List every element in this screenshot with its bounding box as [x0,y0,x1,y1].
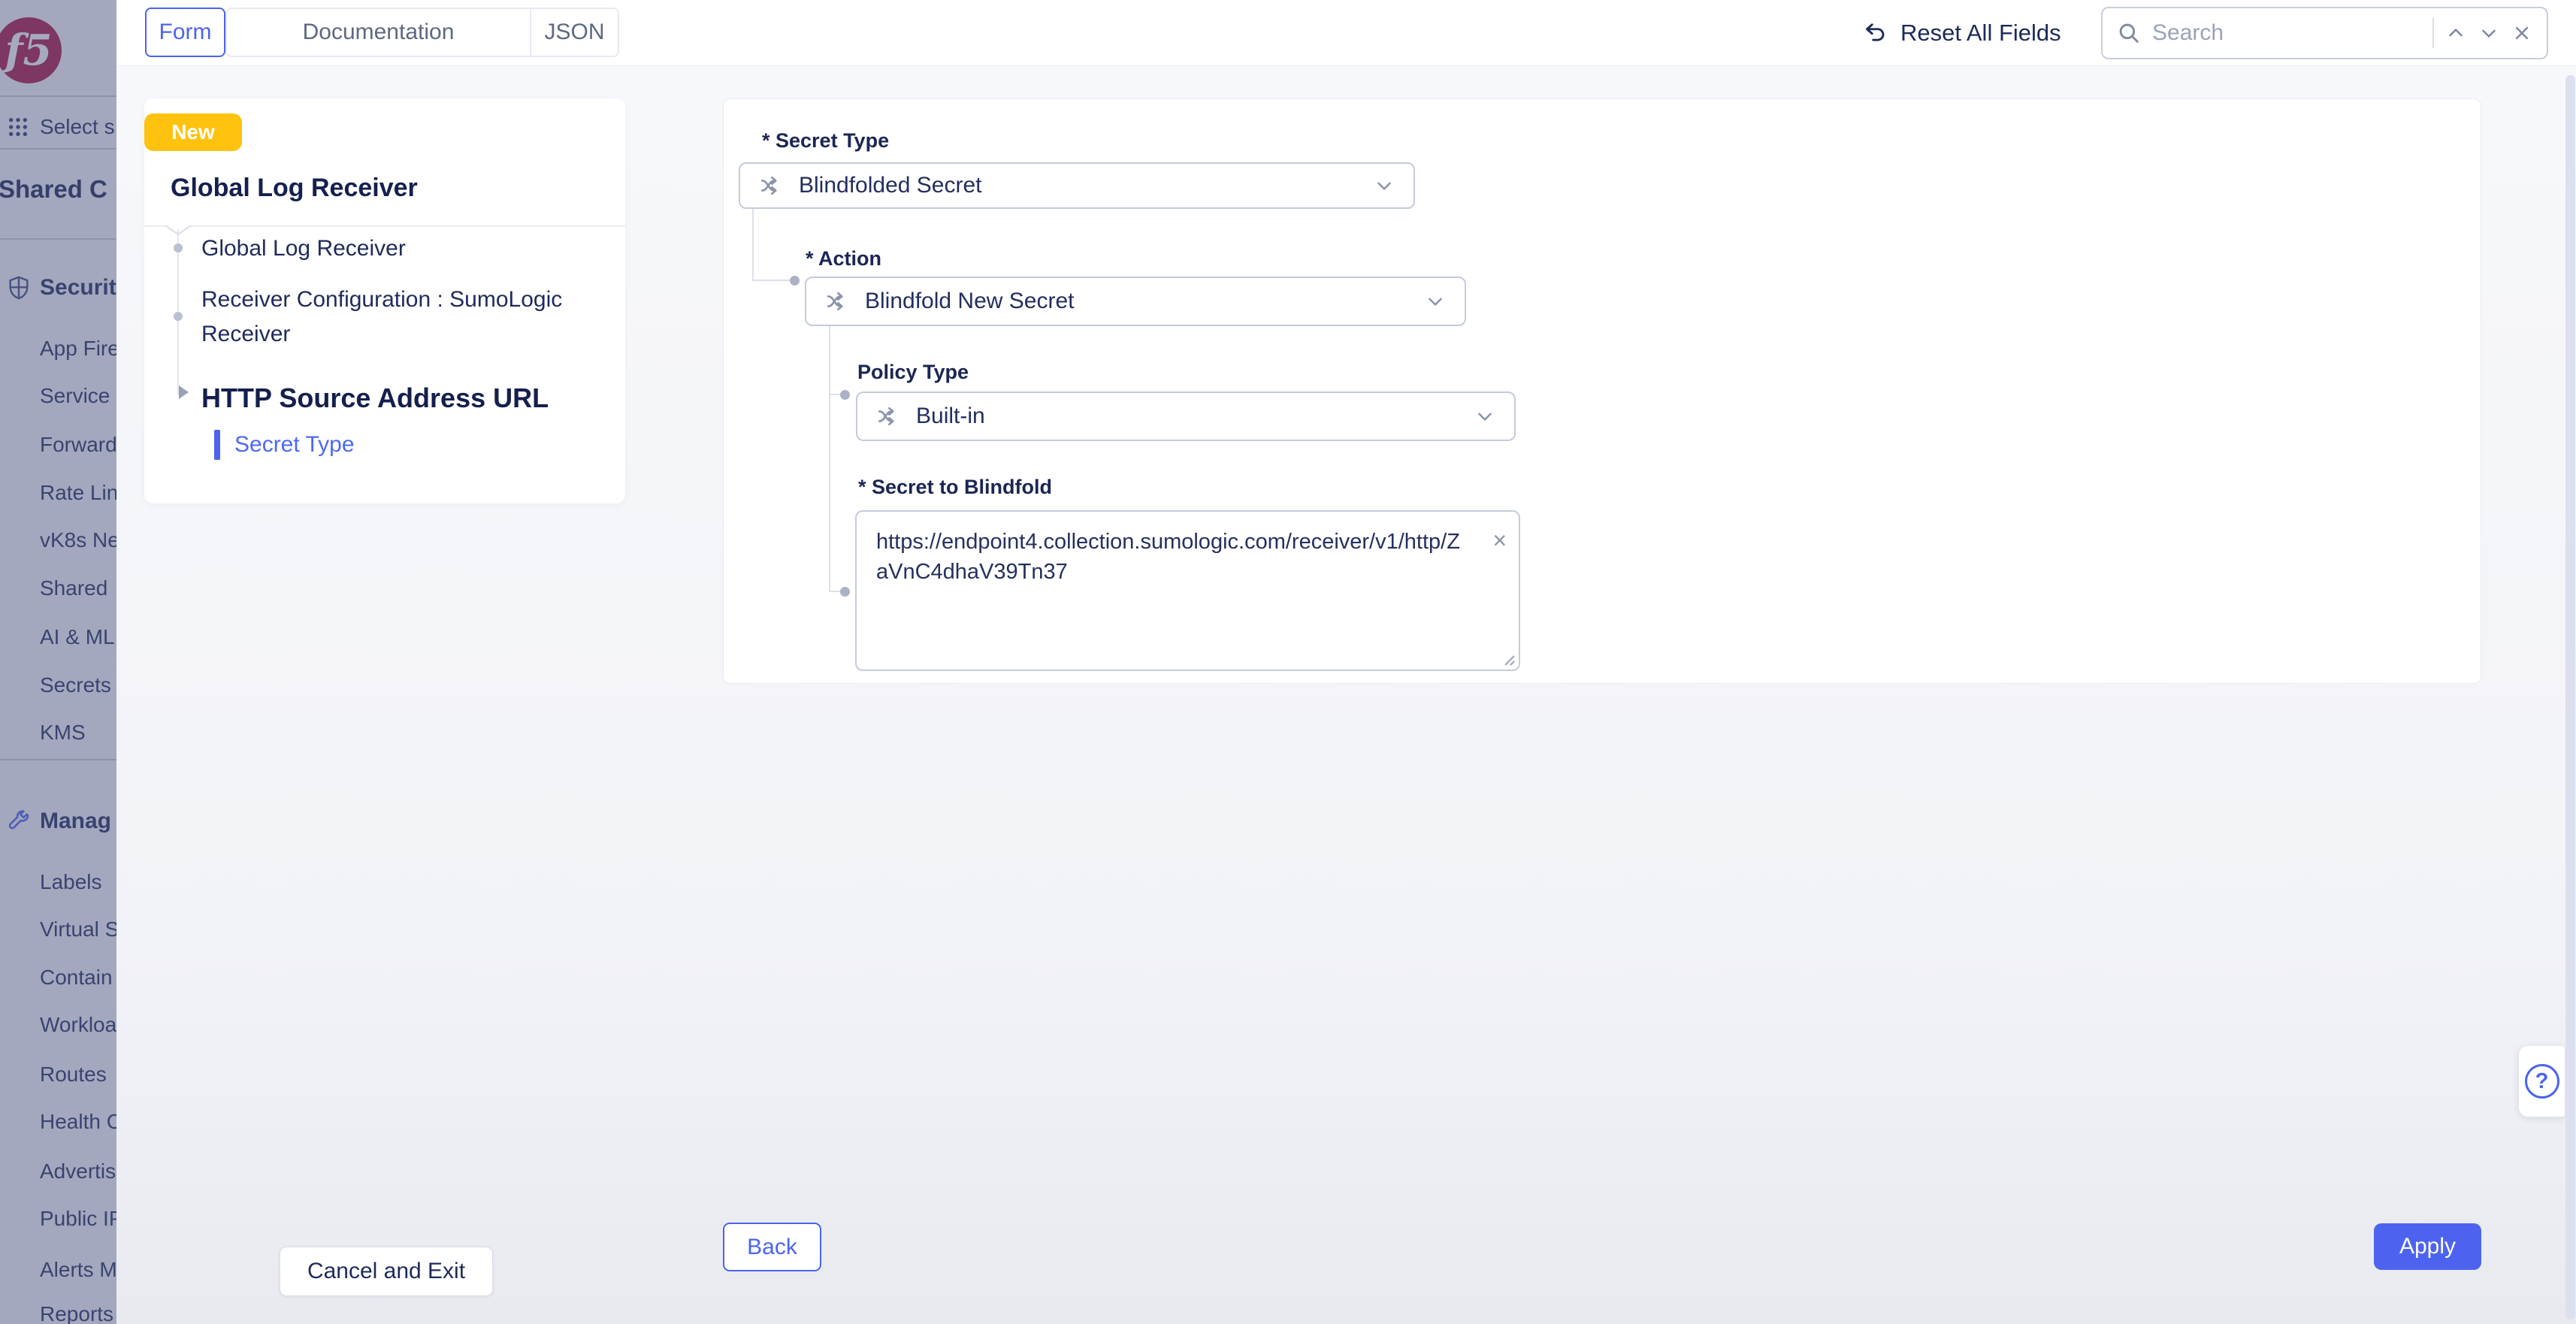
connector-line [752,209,754,281]
sidebar-item-reports[interactable]: Reports [0,1299,116,1324]
chevron-up-icon[interactable] [2444,22,2467,44]
connector-dot [840,587,850,597]
wrench-icon [6,809,32,834]
chevron-down-icon [1424,290,1447,313]
sidebar-item-app-firewall[interactable]: App Fire [0,334,116,364]
sidebar-item-labels[interactable]: Labels [0,867,116,897]
tree-bullet [174,243,183,252]
chevron-down-icon[interactable] [2478,22,2500,44]
action-label: * Action [806,247,881,271]
shield-icon [6,275,32,301]
resize-grip-icon[interactable] [1499,650,1516,667]
sidebar-divider [0,95,116,97]
sidebar-item-select-service[interactable]: Select s [0,112,116,142]
split-type-icon [824,289,850,314]
reset-all-fields-button[interactable]: Reset All Fields [1861,14,2061,53]
secret-to-blindfold-input[interactable]: https://endpoint4.collection.sumologic.c… [857,512,1519,670]
new-badge: New [144,113,242,151]
connector-line [829,326,830,395]
wizard-step-global-log-receiver[interactable]: Global Log Receiver [201,236,406,261]
secret-type-dropdown[interactable]: Blindfolded Secret [739,162,1415,209]
clear-field-icon[interactable]: × [1492,528,1507,552]
sidebar-item-kms[interactable]: KMS [0,718,116,748]
tree-bullet [174,312,183,321]
action-dropdown[interactable]: Blindfold New Secret [805,277,1466,326]
sidebar-item-vk8s-networks[interactable]: vK8s Ne [0,525,116,555]
sidebar-item-workloads[interactable]: Workloa [0,1010,116,1040]
sidebar-item-shared[interactable]: Shared [0,573,116,603]
sidebar-item-ai-ml[interactable]: AI & ML [0,622,116,652]
tree-arrow-icon [179,385,189,399]
form-card: * Secret Type Blindfolded Secret * Actio… [723,98,2481,684]
connector-line [829,395,830,592]
sidebar-item-containers[interactable]: Contain [0,963,116,993]
sidebar-item-forward-proxy[interactable]: Forward [0,430,116,460]
sidebar-item-virtual-sites[interactable]: Virtual S [0,914,116,945]
wizard-step-receiver-configuration[interactable]: Receiver Configuration : SumoLogic Recei… [201,283,622,352]
cancel-and-exit-button[interactable]: Cancel and Exit [280,1247,493,1296]
back-button[interactable]: Back [723,1223,821,1271]
sidebar-section-security[interactable]: Securit [0,273,116,303]
connector-line [752,280,791,281]
secret-type-value: Blindfolded Secret [799,173,1358,198]
left-sidebar: f5 Select s Shared C Securi [0,0,116,1324]
app-window: f5 Select s Shared C Securi [0,0,2576,1324]
connector-dot [790,276,800,286]
help-question-icon: ? [2525,1064,2559,1099]
split-type-icon [875,404,901,429]
wizard-title: Global Log Receiver [171,174,418,203]
search-icon [2116,20,2142,46]
secret-type-label: * Secret Type [762,129,889,153]
wizard-step-http-source-address-url[interactable]: HTTP Source Address URL [201,382,549,414]
wizard-modal-body: New Global Log Receiver Global Log Recei… [116,66,2576,1324]
apply-button[interactable]: Apply [2374,1223,2481,1270]
sidebar-item-rate-limiter[interactable]: Rate Lin [0,478,116,508]
sidebar-item-alerts-management[interactable]: Alerts M [0,1255,116,1285]
nav-divider [144,225,625,227]
policy-type-dropdown[interactable]: Built-in [856,391,1516,441]
action-value: Blindfold New Secret [865,289,1409,314]
sidebar-item-service-policies[interactable]: Service [0,381,116,411]
chevron-down-icon [1373,174,1395,197]
sidebar-section-manage[interactable]: Manag [0,806,116,836]
sidebar-item-secrets[interactable]: Secrets [0,670,116,700]
reset-all-fields-label: Reset All Fields [1900,20,2061,47]
connector-dot [840,390,850,400]
modal-top-bar: Form Documentation JSON Reset All Fields [116,0,2576,66]
secret-to-blindfold-label: * Secret to Blindfold [858,476,1052,499]
chevron-down-icon [1474,405,1496,428]
active-step-indicator [214,430,220,460]
search-divider [2432,18,2434,48]
wizard-step-secret-type[interactable]: Secret Type [234,432,355,458]
policy-type-label: Policy Type [857,361,969,384]
tab-form[interactable]: Form [145,8,225,57]
tab-json[interactable]: JSON [531,9,618,56]
sidebar-divider [0,759,116,760]
sidebar-item-routes[interactable]: Routes [0,1060,116,1090]
sidebar-item-public-ips[interactable]: Public IP [0,1204,116,1234]
secret-to-blindfold-field: https://endpoint4.collection.sumologic.c… [855,510,1520,671]
tab-documentation[interactable]: Documentation [227,9,531,56]
sidebar-section-label: Securit [40,275,116,301]
grid-apps-icon [6,115,32,139]
sidebar-item-label: Select s [40,115,115,139]
vertical-scrollbar[interactable] [2565,75,2575,1319]
search-input[interactable] [2152,20,2422,46]
sidebar-divider [0,148,116,150]
close-icon[interactable] [2511,22,2533,44]
sidebar-divider [0,238,116,240]
policy-type-value: Built-in [916,404,1459,429]
sidebar-section-label: Manag [40,809,111,834]
reset-return-arrow-icon [1861,20,1888,47]
sidebar-item-health-checks[interactable]: Health C [0,1107,116,1137]
search-box [2101,7,2548,59]
wizard-nav-card: New Global Log Receiver Global Log Recei… [144,98,625,503]
tab-group: Documentation JSON [225,8,619,57]
f5-logo-text: f5 [5,29,52,71]
split-type-icon [758,173,784,198]
help-button[interactable]: ? [2519,1046,2565,1117]
sidebar-item-advertise-policies[interactable]: Advertis [0,1156,116,1186]
f5-logo[interactable]: f5 [0,17,62,83]
workspace-title[interactable]: Shared C [0,175,116,204]
